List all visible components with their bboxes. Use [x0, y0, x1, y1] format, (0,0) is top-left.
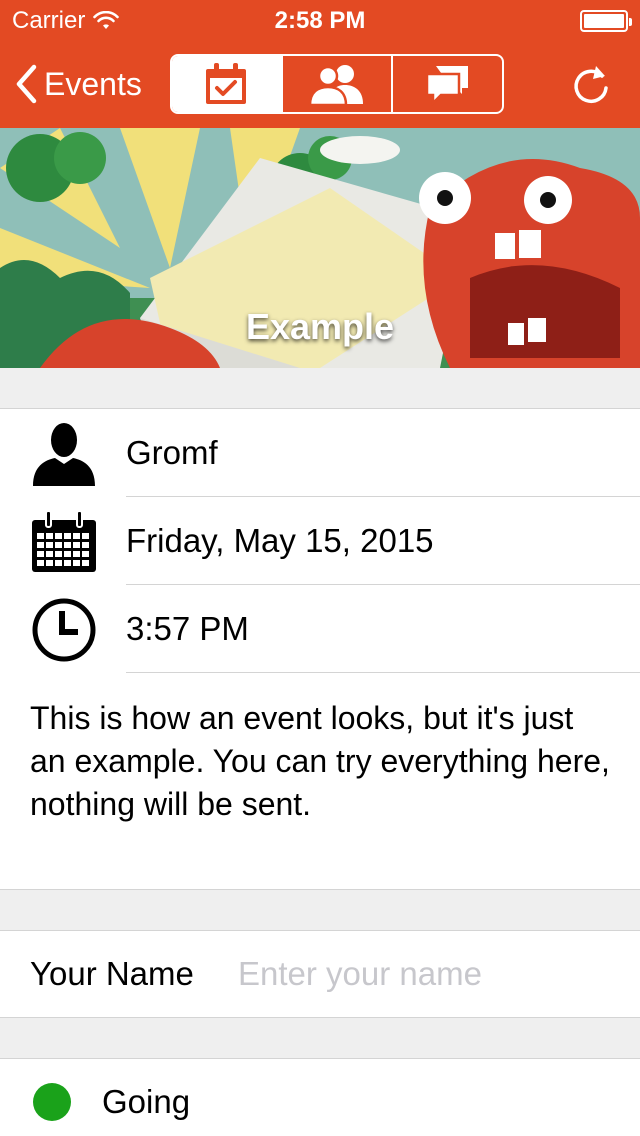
- calendar-icon: [30, 509, 98, 575]
- rsvp-going-label: Going: [102, 1083, 191, 1120]
- person-icon: [30, 421, 98, 487]
- rsvp-going-option[interactable]: Going: [0, 1058, 640, 1136]
- back-button-label: Events: [44, 65, 142, 102]
- people-icon: [308, 65, 363, 106]
- event-title: Example: [245, 306, 395, 347]
- status-time: 2:58 PM: [274, 7, 366, 34]
- name-label: Your Name: [30, 955, 194, 992]
- event-description: This is how an event looks, but it's jus…: [30, 700, 610, 822]
- navigation-bar: Carrier 2:58 PM Events: [0, 0, 640, 128]
- status-dot-icon: [33, 1083, 71, 1121]
- chat-bubbles-icon: [425, 66, 468, 106]
- tab-messages[interactable]: [391, 56, 502, 112]
- back-button[interactable]: Events: [14, 60, 142, 108]
- date-row: Friday, May 15, 2015: [0, 497, 640, 585]
- organizer-name: Gromf: [126, 434, 218, 471]
- clock-icon: [30, 597, 98, 663]
- event-time: 3:57 PM: [126, 610, 249, 647]
- row-divider: [126, 672, 640, 673]
- refresh-button[interactable]: [570, 60, 614, 108]
- event-cover-image: Example: [0, 128, 640, 368]
- tab-event-details[interactable]: [172, 56, 281, 112]
- name-card: Your Name: [0, 930, 640, 1018]
- chevron-left-icon: [16, 64, 37, 104]
- event-date: Friday, May 15, 2015: [126, 522, 434, 559]
- refresh-icon: [574, 66, 608, 104]
- name-input[interactable]: [238, 949, 618, 999]
- time-row: 3:57 PM: [0, 585, 640, 673]
- status-bar: Carrier 2:58 PM: [0, 0, 640, 40]
- calendar-check-icon: [206, 63, 247, 104]
- organizer-row: Gromf: [0, 409, 640, 497]
- event-info-card: Gromf Friday, May 15, 2015 3:57 PM This …: [0, 408, 640, 890]
- tab-participants[interactable]: [280, 56, 392, 112]
- view-switcher: [170, 54, 504, 114]
- battery-icon: [580, 10, 632, 32]
